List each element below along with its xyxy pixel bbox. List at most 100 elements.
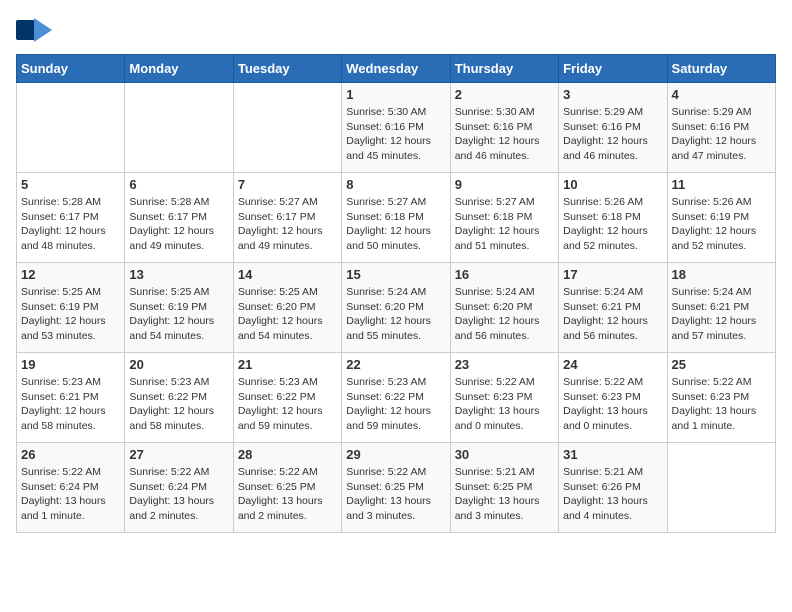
column-header-tuesday: Tuesday: [233, 55, 341, 83]
calendar-cell: [233, 83, 341, 173]
day-details: Sunrise: 5:30 AM Sunset: 6:16 PM Dayligh…: [346, 105, 445, 164]
calendar-cell: 1 Sunrise: 5:30 AM Sunset: 6:16 PM Daylig…: [342, 83, 450, 173]
day-details: Sunrise: 5:23 AM Sunset: 6:22 PM Dayligh…: [129, 375, 228, 434]
day-details: Sunrise: 5:24 AM Sunset: 6:21 PM Dayligh…: [563, 285, 662, 344]
day-number: 11: [672, 177, 771, 192]
day-details: Sunrise: 5:25 AM Sunset: 6:19 PM Dayligh…: [21, 285, 120, 344]
day-number: 2: [455, 87, 554, 102]
page-header: [16, 16, 776, 44]
calendar-week-3: 12Sunrise: 5:25 AM Sunset: 6:19 PM Dayli…: [17, 263, 776, 353]
calendar-cell: 20 Sunrise: 5:23 AM Sunset: 6:22 PM Dayli…: [125, 353, 233, 443]
day-details: Sunrise: 5:28 AM Sunset: 6:17 PM Dayligh…: [129, 195, 228, 254]
logo: [16, 16, 56, 44]
calendar-cell: 21 Sunrise: 5:23 AM Sunset: 6:22 PM Dayli…: [233, 353, 341, 443]
calendar-cell: 4 Sunrise: 5:29 AM Sunset: 6:16 PM Daylig…: [667, 83, 775, 173]
calendar-cell: 11 Sunrise: 5:26 AM Sunset: 6:19 PM Dayli…: [667, 173, 775, 263]
calendar-cell: 3 Sunrise: 5:29 AM Sunset: 6:16 PM Daylig…: [559, 83, 667, 173]
calendar-cell: 7 Sunrise: 5:27 AM Sunset: 6:17 PM Daylig…: [233, 173, 341, 263]
calendar-week-5: 26 Sunrise: 5:22 AM Sunset: 6:24 PM Dayli…: [17, 443, 776, 533]
day-number: 7: [238, 177, 337, 192]
calendar-cell: 19 Sunrise: 5:23 AM Sunset: 6:21 PM Dayli…: [17, 353, 125, 443]
day-details: Sunrise: 5:24 AM Sunset: 6:20 PM Dayligh…: [346, 285, 445, 344]
day-number: 21: [238, 357, 337, 372]
day-details: Sunrise: 5:23 AM Sunset: 6:22 PM Dayligh…: [238, 375, 337, 434]
day-number: 26: [21, 447, 120, 462]
calendar-cell: 28 Sunrise: 5:22 AM Sunset: 6:25 PM Dayli…: [233, 443, 341, 533]
day-details: Sunrise: 5:24 AM Sunset: 6:20 PM Dayligh…: [455, 285, 554, 344]
day-number: 4: [672, 87, 771, 102]
day-details: Sunrise: 5:27 AM Sunset: 6:18 PM Dayligh…: [455, 195, 554, 254]
calendar-cell: 6 Sunrise: 5:28 AM Sunset: 6:17 PM Daylig…: [125, 173, 233, 263]
day-details: Sunrise: 5:22 AM Sunset: 6:25 PM Dayligh…: [238, 465, 337, 524]
day-details: Sunrise: 5:22 AM Sunset: 6:24 PM Dayligh…: [129, 465, 228, 524]
calendar-cell: 30Sunrise: 5:21 AM Sunset: 6:25 PM Dayli…: [450, 443, 558, 533]
day-number: 24: [563, 357, 662, 372]
day-number: 19: [21, 357, 120, 372]
calendar-cell: 22 Sunrise: 5:23 AM Sunset: 6:22 PM Dayli…: [342, 353, 450, 443]
day-details: Sunrise: 5:27 AM Sunset: 6:17 PM Dayligh…: [238, 195, 337, 254]
calendar-cell: 12Sunrise: 5:25 AM Sunset: 6:19 PM Dayli…: [17, 263, 125, 353]
calendar-week-1: 1 Sunrise: 5:30 AM Sunset: 6:16 PM Daylig…: [17, 83, 776, 173]
calendar-cell: 25Sunrise: 5:22 AM Sunset: 6:23 PM Dayli…: [667, 353, 775, 443]
calendar-cell: 18 Sunrise: 5:24 AM Sunset: 6:21 PM Dayli…: [667, 263, 775, 353]
day-number: 1: [346, 87, 445, 102]
calendar-cell: 2 Sunrise: 5:30 AM Sunset: 6:16 PM Daylig…: [450, 83, 558, 173]
column-header-sunday: Sunday: [17, 55, 125, 83]
calendar-cell: 16 Sunrise: 5:24 AM Sunset: 6:20 PM Dayli…: [450, 263, 558, 353]
day-details: Sunrise: 5:28 AM Sunset: 6:17 PM Dayligh…: [21, 195, 120, 254]
day-details: Sunrise: 5:22 AM Sunset: 6:23 PM Dayligh…: [455, 375, 554, 434]
calendar-cell: 13Sunrise: 5:25 AM Sunset: 6:19 PM Dayli…: [125, 263, 233, 353]
day-number: 14: [238, 267, 337, 282]
column-header-monday: Monday: [125, 55, 233, 83]
calendar-cell: 17 Sunrise: 5:24 AM Sunset: 6:21 PM Dayli…: [559, 263, 667, 353]
calendar-header-row: SundayMondayTuesdayWednesdayThursdayFrid…: [17, 55, 776, 83]
day-number: 30: [455, 447, 554, 462]
day-details: Sunrise: 5:29 AM Sunset: 6:16 PM Dayligh…: [563, 105, 662, 164]
day-number: 17: [563, 267, 662, 282]
calendar-cell: 26 Sunrise: 5:22 AM Sunset: 6:24 PM Dayli…: [17, 443, 125, 533]
day-details: Sunrise: 5:22 AM Sunset: 6:24 PM Dayligh…: [21, 465, 120, 524]
logo-icon: [16, 16, 52, 44]
day-number: 13: [129, 267, 228, 282]
calendar-cell: [17, 83, 125, 173]
day-number: 20: [129, 357, 228, 372]
day-number: 31: [563, 447, 662, 462]
calendar-cell: [667, 443, 775, 533]
day-details: Sunrise: 5:23 AM Sunset: 6:22 PM Dayligh…: [346, 375, 445, 434]
day-details: Sunrise: 5:25 AM Sunset: 6:20 PM Dayligh…: [238, 285, 337, 344]
day-details: Sunrise: 5:23 AM Sunset: 6:21 PM Dayligh…: [21, 375, 120, 434]
day-number: 16: [455, 267, 554, 282]
calendar-week-4: 19 Sunrise: 5:23 AM Sunset: 6:21 PM Dayli…: [17, 353, 776, 443]
day-number: 27: [129, 447, 228, 462]
day-number: 10: [563, 177, 662, 192]
day-details: Sunrise: 5:22 AM Sunset: 6:25 PM Dayligh…: [346, 465, 445, 524]
column-header-friday: Friday: [559, 55, 667, 83]
day-details: Sunrise: 5:30 AM Sunset: 6:16 PM Dayligh…: [455, 105, 554, 164]
column-header-saturday: Saturday: [667, 55, 775, 83]
day-details: Sunrise: 5:21 AM Sunset: 6:26 PM Dayligh…: [563, 465, 662, 524]
calendar-cell: 23 Sunrise: 5:22 AM Sunset: 6:23 PM Dayli…: [450, 353, 558, 443]
calendar-cell: 10Sunrise: 5:26 AM Sunset: 6:18 PM Dayli…: [559, 173, 667, 263]
day-number: 18: [672, 267, 771, 282]
day-number: 3: [563, 87, 662, 102]
calendar-week-2: 5Sunrise: 5:28 AM Sunset: 6:17 PM Daylig…: [17, 173, 776, 263]
day-number: 23: [455, 357, 554, 372]
day-number: 29: [346, 447, 445, 462]
day-details: Sunrise: 5:27 AM Sunset: 6:18 PM Dayligh…: [346, 195, 445, 254]
day-number: 8: [346, 177, 445, 192]
calendar-cell: 27 Sunrise: 5:22 AM Sunset: 6:24 PM Dayli…: [125, 443, 233, 533]
calendar-table: SundayMondayTuesdayWednesdayThursdayFrid…: [16, 54, 776, 533]
column-header-wednesday: Wednesday: [342, 55, 450, 83]
calendar-cell: 15 Sunrise: 5:24 AM Sunset: 6:20 PM Dayli…: [342, 263, 450, 353]
day-number: 6: [129, 177, 228, 192]
day-number: 28: [238, 447, 337, 462]
day-number: 22: [346, 357, 445, 372]
day-details: Sunrise: 5:24 AM Sunset: 6:21 PM Dayligh…: [672, 285, 771, 344]
calendar-cell: 14 Sunrise: 5:25 AM Sunset: 6:20 PM Dayli…: [233, 263, 341, 353]
calendar-cell: 5Sunrise: 5:28 AM Sunset: 6:17 PM Daylig…: [17, 173, 125, 263]
day-details: Sunrise: 5:29 AM Sunset: 6:16 PM Dayligh…: [672, 105, 771, 164]
day-number: 15: [346, 267, 445, 282]
calendar-cell: 9Sunrise: 5:27 AM Sunset: 6:18 PM Daylig…: [450, 173, 558, 263]
calendar-cell: 31 Sunrise: 5:21 AM Sunset: 6:26 PM Dayli…: [559, 443, 667, 533]
day-details: Sunrise: 5:26 AM Sunset: 6:19 PM Dayligh…: [672, 195, 771, 254]
